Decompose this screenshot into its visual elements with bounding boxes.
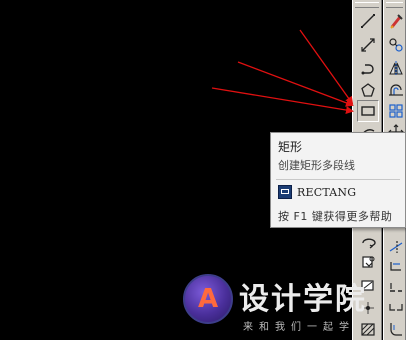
- command-icon: [278, 185, 292, 199]
- toolbar-grip[interactable]: [355, 2, 379, 8]
- tooltip-command-row: RECTANG: [278, 185, 356, 199]
- polyline-icon[interactable]: [357, 57, 379, 79]
- point-icon[interactable]: [357, 297, 379, 319]
- tooltip-command: RECTANG: [297, 185, 357, 199]
- rectangle-icon[interactable]: [357, 100, 379, 122]
- array-icon[interactable]: [385, 100, 406, 122]
- polygon-icon[interactable]: [357, 79, 379, 101]
- join-icon[interactable]: [385, 297, 406, 319]
- offset-icon[interactable]: [385, 79, 406, 101]
- make-block-icon[interactable]: [357, 274, 379, 296]
- construction-line-icon[interactable]: [357, 34, 379, 56]
- break-icon[interactable]: [385, 276, 406, 298]
- fillet-icon[interactable]: [385, 318, 406, 340]
- hatch-icon[interactable]: [357, 318, 379, 340]
- toolbar-grip[interactable]: [386, 2, 403, 8]
- tooltip-divider: [276, 179, 400, 180]
- rectangle-tooltip: 矩形 创建矩形多段线 RECTANG 按 F1 键获得更多帮助: [270, 132, 406, 228]
- extend-icon[interactable]: [385, 255, 406, 277]
- mirror-icon[interactable]: [385, 57, 406, 79]
- tooltip-help-hint: 按 F1 键获得更多帮助: [278, 210, 393, 223]
- tooltip-title: 矩形: [278, 140, 303, 154]
- copy-icon[interactable]: [385, 34, 406, 56]
- autocad-workspace: 矩形 创建矩形多段线 RECTANG 按 F1 键获得更多帮助 A 设计学院 来…: [0, 0, 406, 340]
- line-icon[interactable]: [357, 10, 379, 32]
- insert-block-icon[interactable]: [357, 251, 379, 273]
- ellipse-arc-icon[interactable]: [357, 231, 379, 253]
- erase-icon[interactable]: [385, 10, 406, 32]
- tooltip-description: 创建矩形多段线: [278, 159, 355, 172]
